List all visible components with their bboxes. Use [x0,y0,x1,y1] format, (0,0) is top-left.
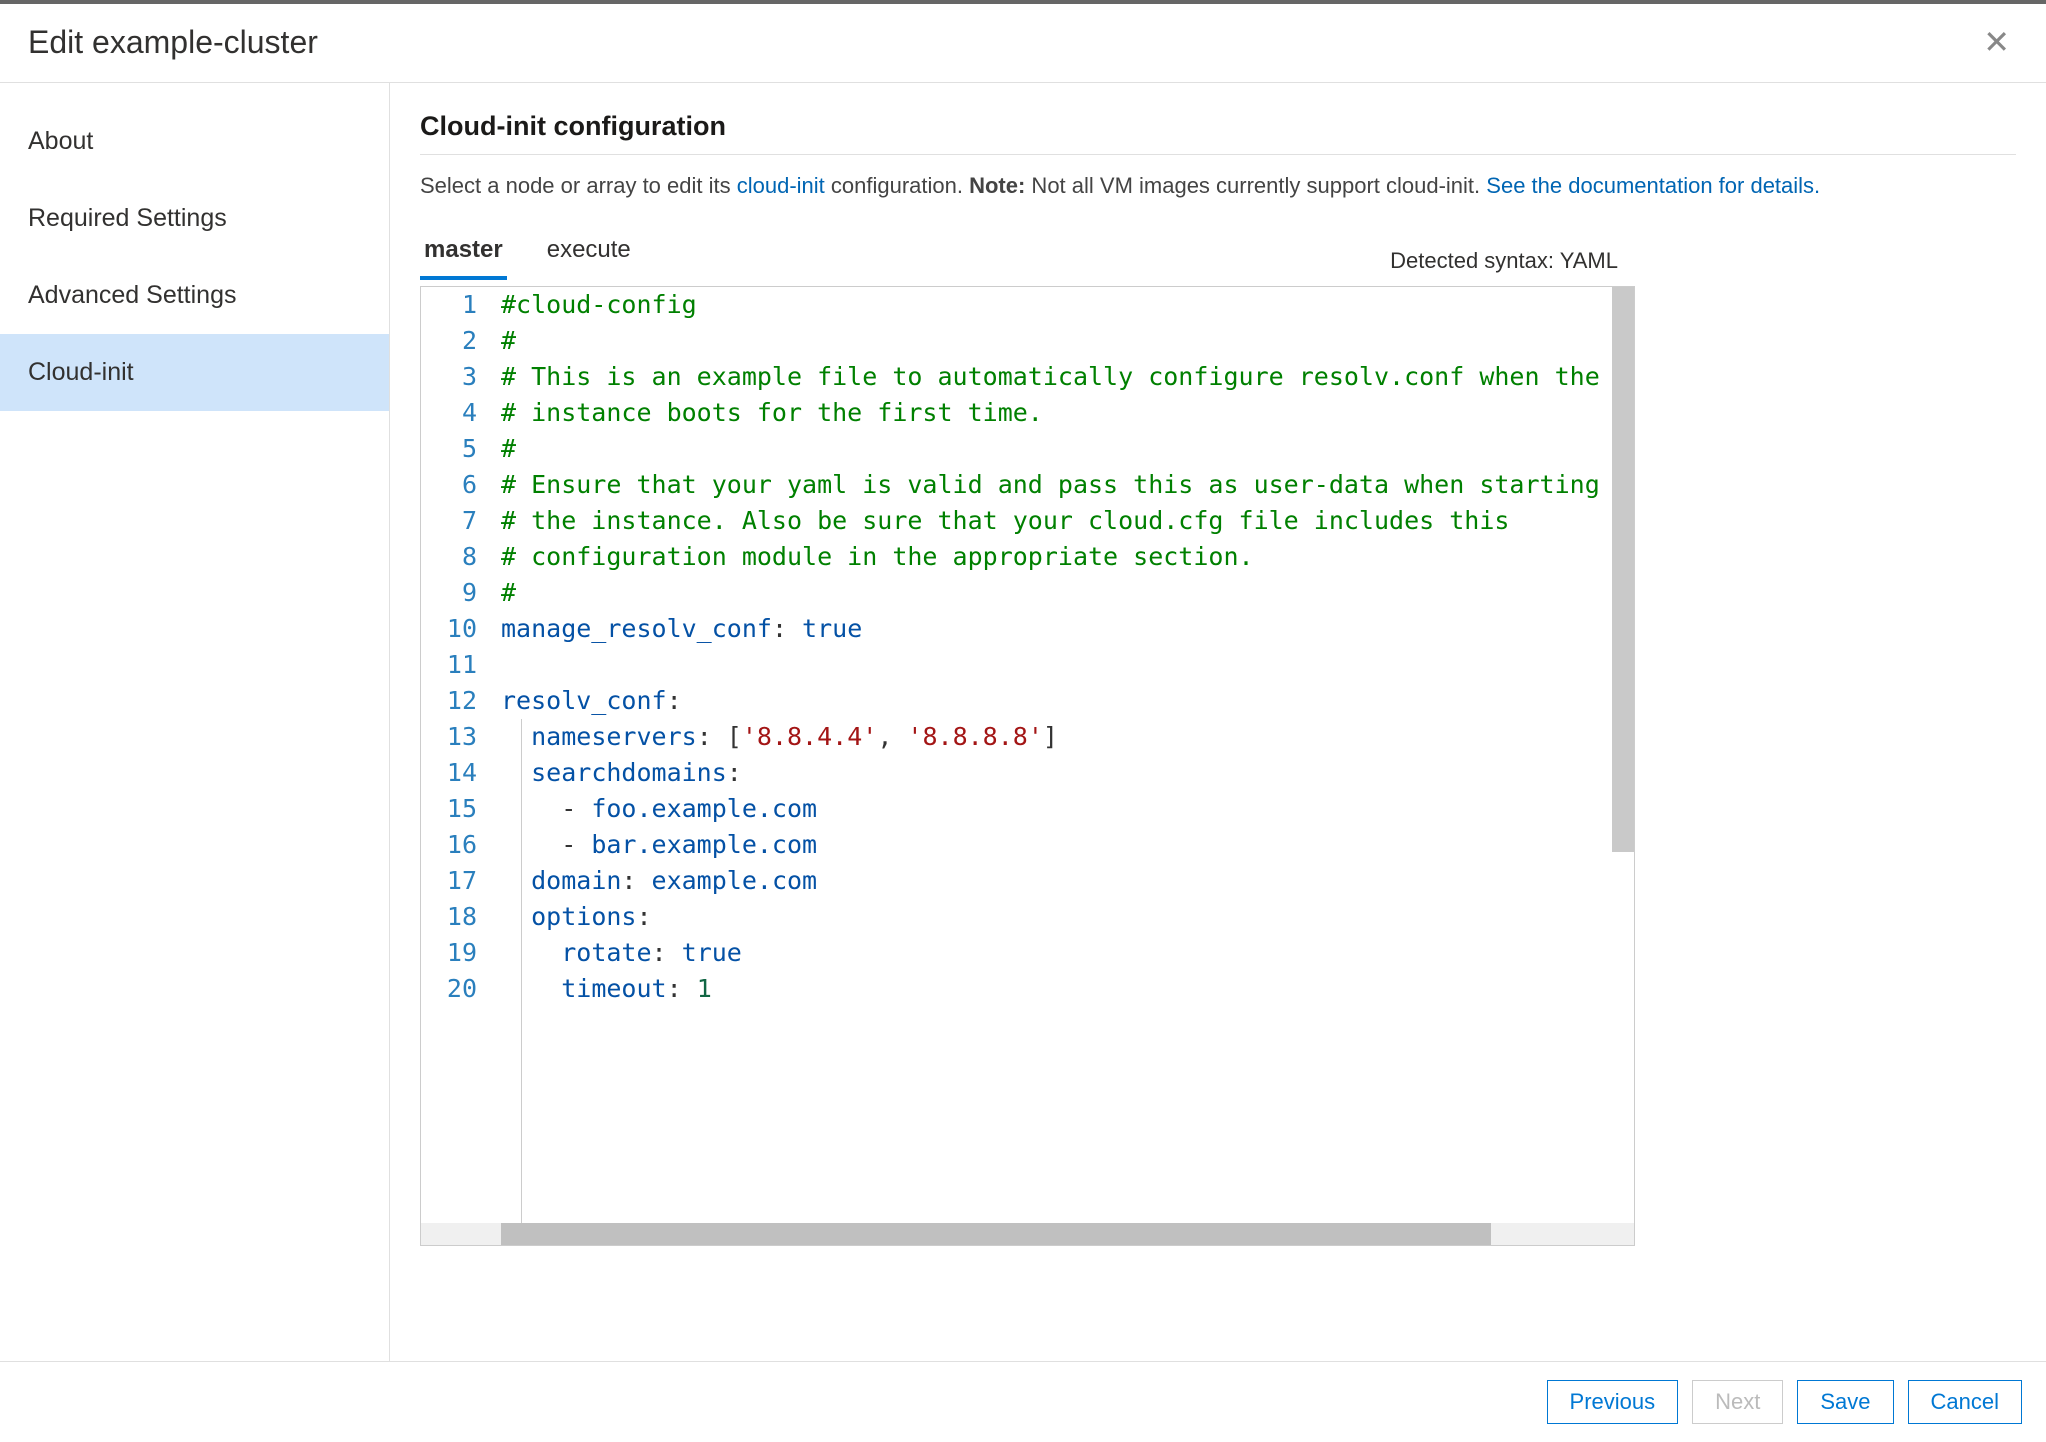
horizontal-scrollbar-track[interactable] [421,1223,1634,1245]
line-number: 8 [421,539,477,575]
horizontal-scrollbar-thumb[interactable] [501,1223,1491,1245]
desc-text: Not all VM images currently support clou… [1025,173,1486,198]
tab-execute[interactable]: execute [543,232,635,280]
line-number: 11 [421,647,477,683]
code-editor[interactable]: 1234567891011121314151617181920 #cloud-c… [420,286,1635,1246]
code-line[interactable]: nameservers: ['8.8.4.4', '8.8.8.8'] [501,719,1634,755]
node-tabs: master execute [420,232,635,280]
tab-master[interactable]: master [420,232,507,280]
cloud-init-link[interactable]: cloud-init [737,173,825,198]
detected-syntax-label: Detected syntax: YAML [1390,248,1618,280]
code-line[interactable]: # This is an example file to automatical… [501,359,1634,395]
line-number: 6 [421,467,477,503]
note-label: Note: [969,173,1025,198]
line-number: 5 [421,431,477,467]
code-line[interactable]: # [501,323,1634,359]
code-line[interactable]: # [501,431,1634,467]
code-line[interactable]: # configuration module in the appropriat… [501,539,1634,575]
code-line[interactable]: timeout: 1 [501,971,1634,1007]
line-number: 14 [421,755,477,791]
desc-text: configuration. [825,173,969,198]
line-number: 16 [421,827,477,863]
line-number: 1 [421,287,477,323]
line-number: 19 [421,935,477,971]
code-content[interactable]: #cloud-config## This is an example file … [495,287,1634,1223]
line-number: 4 [421,395,477,431]
sidebar-item-required-settings[interactable]: Required Settings [0,180,389,257]
save-button[interactable]: Save [1797,1380,1893,1424]
dialog-body: AboutRequired SettingsAdvanced SettingsC… [0,83,2046,1361]
code-line[interactable]: #cloud-config [501,287,1634,323]
line-number: 18 [421,899,477,935]
section-description: Select a node or array to edit its cloud… [420,155,2016,232]
previous-button[interactable]: Previous [1547,1380,1679,1424]
documentation-link[interactable]: See the documentation for details. [1486,173,1820,198]
code-line[interactable]: searchdomains: [501,755,1634,791]
vertical-scrollbar[interactable] [1612,287,1634,852]
indent-guide [521,719,522,1223]
line-number: 15 [421,791,477,827]
main-panel: Cloud-init configuration Select a node o… [390,83,2046,1361]
code-line[interactable]: domain: example.com [501,863,1634,899]
editor-viewport: 1234567891011121314151617181920 #cloud-c… [421,287,1634,1223]
code-line[interactable]: resolv_conf: [501,683,1634,719]
section-title: Cloud-init configuration [420,111,2016,155]
desc-text: Select a node or array to edit its [420,173,737,198]
line-number: 10 [421,611,477,647]
line-number: 20 [421,971,477,1007]
line-number: 7 [421,503,477,539]
line-number-gutter: 1234567891011121314151617181920 [421,287,495,1223]
code-line[interactable]: # instance boots for the first time. [501,395,1634,431]
line-number: 2 [421,323,477,359]
sidebar-item-cloud-init[interactable]: Cloud-init [0,334,389,411]
line-number: 3 [421,359,477,395]
tabs-row: master execute Detected syntax: YAML [420,232,2016,280]
sidebar-item-advanced-settings[interactable]: Advanced Settings [0,257,389,334]
code-line[interactable]: rotate: true [501,935,1634,971]
code-line[interactable]: # the instance. Also be sure that your c… [501,503,1634,539]
code-line[interactable] [501,647,1634,683]
line-number: 13 [421,719,477,755]
sidebar: AboutRequired SettingsAdvanced SettingsC… [0,83,390,1361]
code-line[interactable]: manage_resolv_conf: true [501,611,1634,647]
cancel-button[interactable]: Cancel [1908,1380,2022,1424]
code-line[interactable]: options: [501,899,1634,935]
sidebar-item-about[interactable]: About [0,103,389,180]
code-line[interactable]: # Ensure that your yaml is valid and pas… [501,467,1634,503]
next-button: Next [1692,1380,1783,1424]
code-line[interactable]: - bar.example.com [501,827,1634,863]
line-number: 17 [421,863,477,899]
line-number: 9 [421,575,477,611]
line-number: 12 [421,683,477,719]
close-icon[interactable]: ✕ [1975,22,2018,62]
dialog-footer: Previous Next Save Cancel [0,1361,2046,1442]
dialog-title: Edit example-cluster [28,24,318,61]
code-line[interactable]: - foo.example.com [501,791,1634,827]
edit-cluster-dialog: Edit example-cluster ✕ AboutRequired Set… [0,0,2046,1442]
dialog-header: Edit example-cluster ✕ [0,4,2046,83]
code-line[interactable]: # [501,575,1634,611]
